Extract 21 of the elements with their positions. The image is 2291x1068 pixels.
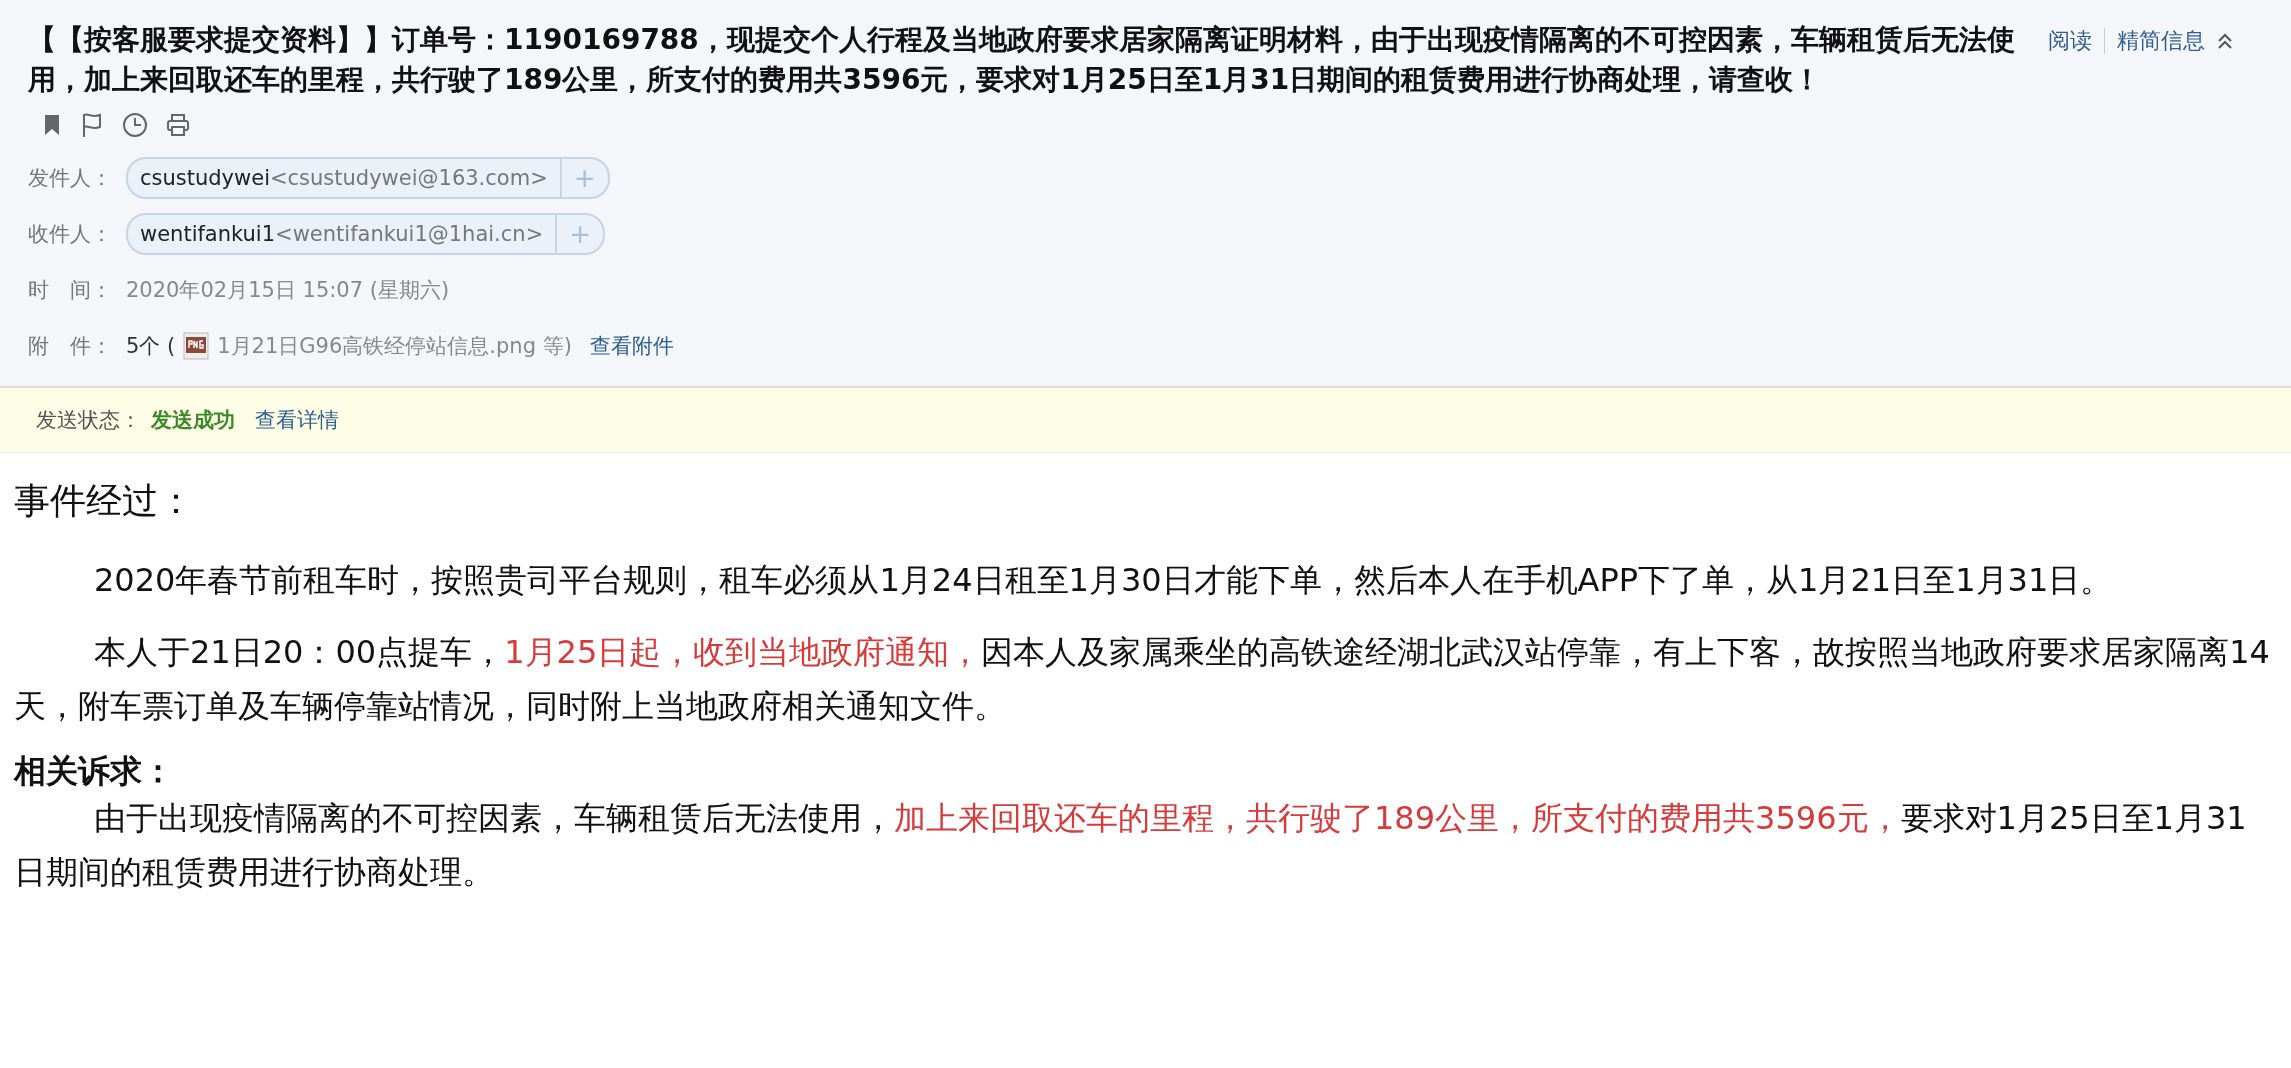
attachment-count: 5个 ( [126, 333, 176, 360]
contact-chip[interactable]: csustudywei<csustudywei@163.com> + [126, 157, 610, 199]
section-heading: 相关诉求： [14, 751, 175, 791]
email-subject: 【【按客服要求提交资料】】订单号：1190169788，现提交个人行程及当地政府要求居家隔离证明材料，由于出现疫情隔离的不可控因素，车辆租赁后无法使用，加上来回取还车的里程，共行驶了189公里，所支付的费用共3596元，要求对1月25日至1月31日期间的租赁费用进行协商处理，请查收！ [28, 22, 2016, 98]
read-link[interactable]: 阅读 [2048, 26, 2092, 56]
status-value: 发送成功 [151, 407, 235, 434]
contact-chip[interactable]: wentifankui1<wentifankui1@1hai.cn> + [126, 213, 606, 255]
field-label: 发件人： [28, 165, 113, 192]
sent-time: 2020年02月15日 15:07 (星期六) [126, 277, 450, 304]
status-label: 发送状态： [36, 407, 141, 434]
body-paragraph: 由于出现疫情隔离的不可控因素，车辆租赁后无法使用，加上来回取还车的里程，共行驶了189公里，所支付的费用共3596元，要求对1月25日至1月31日期间的租赁费用进行协商处理。 [14, 798, 2248, 893]
view-attachments-link[interactable]: 查看附件 [589, 332, 674, 360]
summary-link[interactable]: 精简信息 [2117, 26, 2205, 56]
field-label: 收件人： [28, 221, 113, 248]
field-label: 时 间： [28, 277, 113, 304]
section-heading: 事件经过： [14, 479, 195, 523]
body-paragraph: 2020年春节前租车时，按照贵司平台规则，租车必须从1月24日租至1月30日才能下单，然后本人在手机APP下了单，从1月21日至1月31日。 [93, 560, 2114, 601]
body-paragraph: 本人于21日20：00点提车，1月25日起，收到当地政府通知，因本人及家属乘坐的高铁途经湖北武汉站停靠，有上下客，故按照当地政府要求居家隔离14天，附车票订单及车辆停靠站情况，同时附上当地政府相关通知文件。 [14, 632, 2271, 727]
view-details-link[interactable]: 查看详情 [255, 406, 339, 434]
attachment-name: 1月21日G96高铁经停站信息.png 等) [217, 333, 572, 360]
field-label: 附 件： [28, 333, 113, 360]
